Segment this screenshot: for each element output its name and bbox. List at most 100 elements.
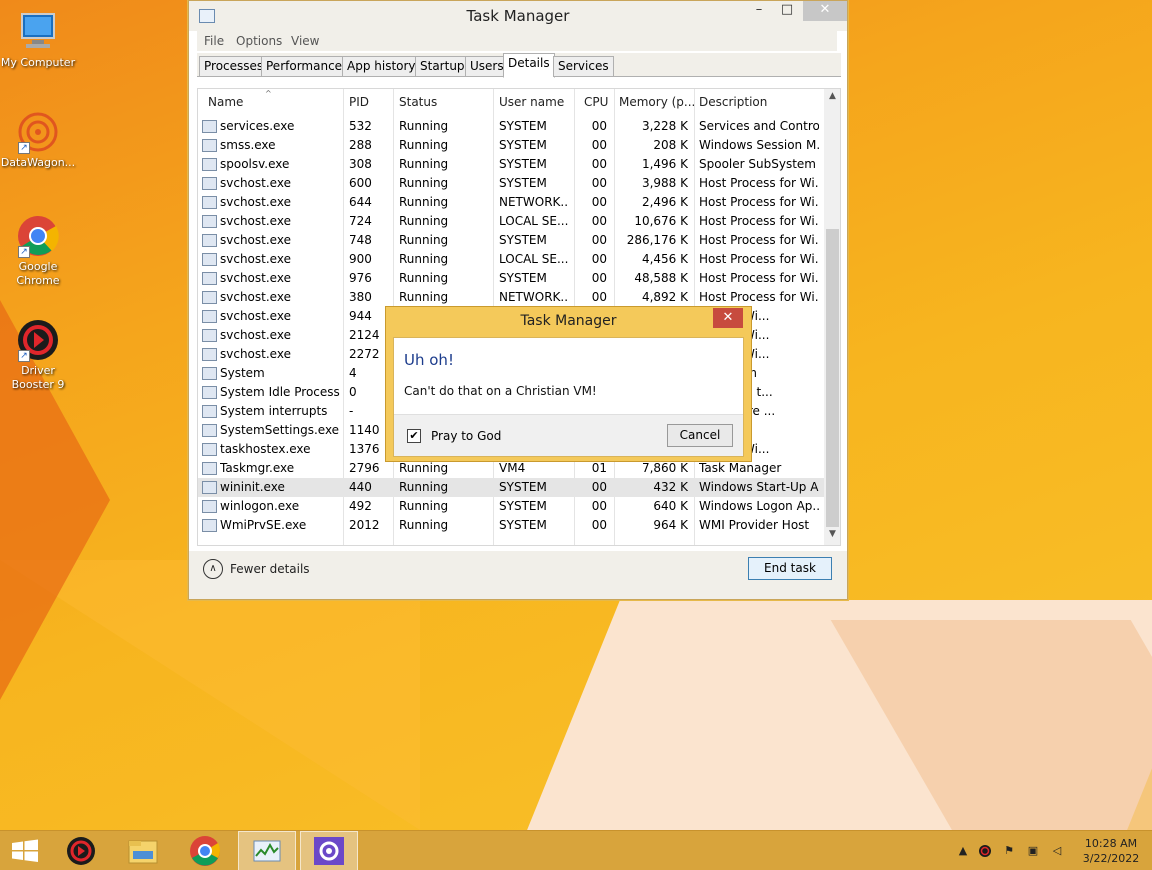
tab-app-history[interactable]: App history (342, 56, 421, 77)
process-user: VM4 (499, 461, 526, 475)
pray-to-god-checkbox[interactable]: ✔ (407, 429, 421, 443)
table-row[interactable]: svchost.exe 600 Running SYSTEM 00 3,988 K Host… (198, 174, 824, 193)
process-icon (202, 443, 217, 456)
process-description: Host Process for Wi... (699, 214, 819, 228)
shortcut-arrow-icon: ↗ (18, 142, 30, 154)
column-header-cpu[interactable]: CPU (584, 95, 608, 109)
process-memory: 3,228 K (641, 119, 688, 133)
table-row[interactable]: spoolsv.exe 308 Running SYSTEM 00 1,496 K Spoo… (198, 155, 824, 174)
show-hidden-icons-icon[interactable]: ▲ (956, 844, 970, 858)
flag-icon[interactable]: ⚑ (1002, 844, 1016, 858)
menu-view[interactable]: View (291, 34, 319, 48)
file-explorer-icon (128, 840, 158, 864)
process-pid: 748 (349, 233, 372, 247)
sort-ascending-icon: ^ (265, 89, 272, 98)
table-row[interactable]: svchost.exe 748 Running SYSTEM 00 286,176 K Ho… (198, 231, 824, 250)
chrome-icon: ↗ (16, 214, 60, 258)
process-icon (202, 386, 217, 399)
scroll-down-icon[interactable]: ▼ (824, 529, 840, 545)
dialog-footer: ✔ Pray to God Cancel (394, 414, 743, 456)
tab-details[interactable]: Details (503, 53, 555, 78)
chrome-icon (190, 836, 221, 866)
menu-file[interactable]: File (204, 34, 224, 48)
dialog-close-button[interactable]: ✕ (713, 308, 743, 328)
process-icon (202, 500, 217, 513)
table-row[interactable]: svchost.exe 976 Running SYSTEM 00 48,588 K Hos… (198, 269, 824, 288)
process-icon (202, 120, 217, 133)
process-name: WmiPrvSE.exe (220, 518, 307, 532)
taskbar-driver-booster[interactable] (52, 831, 110, 870)
process-status: Running (399, 480, 449, 494)
column-header-name[interactable]: Name (208, 95, 243, 109)
driver-booster-tray-icon[interactable] (978, 844, 992, 858)
desktop-icon-datawagon[interactable]: ↗ DataWagon... (0, 110, 76, 170)
minimize-button[interactable]: – (745, 1, 773, 21)
process-memory: 7,860 K (641, 461, 688, 475)
process-description: Spooler SubSystem ... (699, 157, 819, 171)
volume-muted-icon[interactable]: ◁ (1050, 844, 1064, 858)
process-name: smss.exe (220, 138, 276, 152)
desktop-icon-my-computer[interactable]: My Computer (0, 10, 76, 70)
process-user: LOCAL SE... (499, 214, 569, 228)
table-row[interactable]: svchost.exe 900 Running LOCAL SE... 00 4,456 … (198, 250, 824, 269)
taskbar-task-manager[interactable] (238, 831, 296, 870)
title-bar[interactable]: Task Manager – □ ✕ (189, 1, 847, 31)
process-icon (202, 272, 217, 285)
table-row[interactable]: WmiPrvSE.exe 2012 Running SYSTEM 00 964 K WMI … (198, 516, 824, 535)
table-row[interactable]: services.exe 532 Running SYSTEM 00 3,228 K Ser… (198, 117, 824, 136)
column-header-description[interactable]: Description (699, 95, 767, 109)
table-row[interactable]: svchost.exe 644 Running NETWORK... 00 2,496 K… (198, 193, 824, 212)
process-status: Running (399, 138, 449, 152)
shortcut-arrow-icon: ↗ (18, 350, 30, 362)
close-button[interactable]: ✕ (803, 1, 847, 21)
start-button[interactable] (0, 831, 50, 870)
tab-services[interactable]: Services (553, 56, 614, 77)
checkbox-label[interactable]: Pray to God (431, 429, 501, 443)
taskbar-chrome[interactable] (176, 831, 234, 870)
cancel-button[interactable]: Cancel (667, 424, 733, 447)
process-cpu: 00 (591, 518, 607, 532)
process-name: System (220, 366, 265, 380)
clock-date: 3/22/2022 (1082, 852, 1140, 865)
driver-booster-icon (67, 837, 95, 865)
scroll-up-icon[interactable]: ▲ (824, 91, 840, 107)
desktop-icon-label: Driver Booster 9 (11, 364, 65, 391)
process-name: svchost.exe (220, 290, 291, 304)
process-icon (202, 177, 217, 190)
end-task-button[interactable]: End task (748, 557, 832, 580)
table-row[interactable]: svchost.exe 724 Running LOCAL SE... 00 10,676… (198, 212, 824, 231)
table-row[interactable]: winlogon.exe 492 Running SYSTEM 00 640 K Windo… (198, 497, 824, 516)
table-header: ^ Name PID Status User name CPU Memory (… (198, 89, 824, 115)
table-row[interactable]: smss.exe 288 Running SYSTEM 00 208 K Windows S… (198, 136, 824, 155)
table-row[interactable]: svchost.exe 380 Running NETWORK... 00 4,892 K… (198, 288, 824, 307)
taskbar-settings[interactable] (300, 831, 358, 870)
tab-performance[interactable]: Performance (261, 56, 348, 77)
tab-startup[interactable]: Startup (415, 56, 470, 77)
process-cpu: 00 (591, 195, 607, 209)
dialog-message: Can't do that on a Christian VM! (404, 384, 597, 398)
dialog-title-bar[interactable]: Task Manager ✕ (386, 307, 751, 335)
column-header-status[interactable]: Status (399, 95, 437, 109)
vertical-scrollbar[interactable]: ▲ ▼ (824, 89, 840, 545)
process-user: SYSTEM (499, 176, 547, 190)
network-icon[interactable]: ▣ (1026, 844, 1040, 858)
desktop-icon-google-chrome[interactable]: ↗ Google Chrome (0, 214, 76, 288)
taskbar-file-explorer[interactable] (114, 831, 172, 870)
maximize-button[interactable]: □ (773, 1, 801, 21)
table-row[interactable]: wininit.exe 440 Running SYSTEM 00 432 K Window… (198, 478, 824, 497)
column-header-memory[interactable]: Memory (p... (619, 95, 695, 109)
desktop-icon-driver-booster[interactable]: ↗ Driver Booster 9 (0, 318, 76, 392)
clock[interactable]: 10:28 AM 3/22/2022 (1078, 836, 1144, 866)
process-name: svchost.exe (220, 347, 291, 361)
process-memory: 640 K (653, 499, 688, 513)
tab-processes[interactable]: Processes (199, 56, 269, 77)
column-header-user-name[interactable]: User name (499, 95, 564, 109)
process-name: svchost.exe (220, 214, 291, 228)
process-status: Running (399, 176, 449, 190)
menu-options[interactable]: Options (236, 34, 282, 48)
process-icon (202, 310, 217, 323)
process-description: Services and Control... (699, 119, 819, 133)
process-memory: 208 K (653, 138, 688, 152)
scrollbar-thumb[interactable] (826, 229, 839, 527)
column-header-pid[interactable]: PID (349, 95, 369, 109)
